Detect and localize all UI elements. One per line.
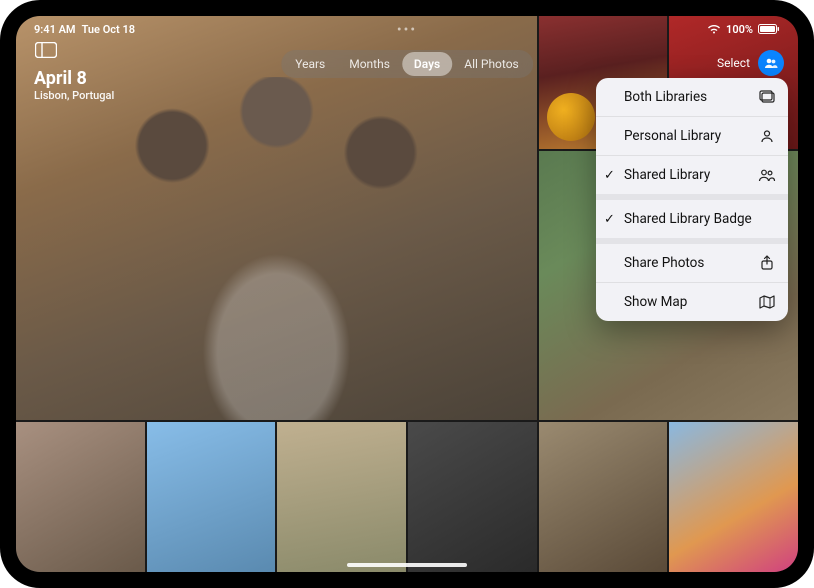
photo-thumb[interactable]	[539, 422, 668, 572]
map-icon	[758, 293, 776, 311]
photo-thumb[interactable]	[16, 422, 145, 572]
ipad-device-frame: 9:41 AM Tue Oct 18 100% •••	[0, 0, 814, 588]
select-button[interactable]: Select	[717, 56, 750, 70]
seg-days[interactable]: Days	[402, 52, 452, 76]
menu-item-share-photos[interactable]: Share Photos	[596, 238, 788, 282]
menu-item-shared-library[interactable]: ✓ Shared Library	[596, 155, 788, 194]
menu-item-both-libraries[interactable]: Both Libraries	[596, 78, 788, 116]
menu-item-show-map[interactable]: Show Map	[596, 282, 788, 321]
library-filter-menu: Both Libraries Personal Library ✓ Shared…	[596, 78, 788, 321]
stacked-photos-icon	[758, 88, 776, 106]
photo-thumb[interactable]	[408, 422, 537, 572]
checkmark-icon: ✓	[604, 168, 615, 183]
screen: 9:41 AM Tue Oct 18 100% •••	[16, 16, 798, 572]
seg-all-photos[interactable]: All Photos	[452, 52, 531, 76]
library-filter-button[interactable]	[758, 50, 784, 76]
menu-item-label: Both Libraries	[624, 89, 707, 105]
photo-thumb[interactable]	[277, 422, 406, 572]
person-icon	[758, 127, 776, 145]
menu-item-label: Share Photos	[624, 255, 704, 271]
menu-item-label: Personal Library	[624, 128, 721, 144]
photo-thumb[interactable]	[147, 422, 276, 572]
header-overlay: April 8 Lisbon, Portugal	[34, 40, 114, 102]
menu-item-shared-library-badge[interactable]: ✓ Shared Library Badge	[596, 194, 788, 238]
photo-thumb[interactable]	[669, 422, 798, 572]
menu-item-personal-library[interactable]: Personal Library	[596, 116, 788, 155]
date-title: April 8	[34, 68, 114, 89]
multitask-dots-icon[interactable]: •••	[397, 22, 417, 38]
seg-months[interactable]: Months	[337, 52, 402, 76]
location-subtitle[interactable]: Lisbon, Portugal	[34, 89, 114, 102]
checkmark-icon: ✓	[604, 212, 615, 227]
menu-item-label: Shared Library	[624, 167, 710, 183]
blank-icon	[758, 210, 776, 228]
people-icon	[758, 166, 776, 184]
menu-item-label: Show Map	[624, 294, 687, 310]
home-indicator[interactable]	[347, 563, 467, 567]
sidebar-toggle-button[interactable]	[34, 40, 58, 60]
seg-years[interactable]: Years	[283, 52, 337, 76]
top-right-controls: Select	[717, 50, 784, 76]
people-icon	[763, 55, 779, 71]
menu-item-label: Shared Library Badge	[624, 211, 752, 227]
share-icon	[758, 254, 776, 272]
view-segmented-control[interactable]: Years Months Days All Photos	[281, 50, 533, 78]
